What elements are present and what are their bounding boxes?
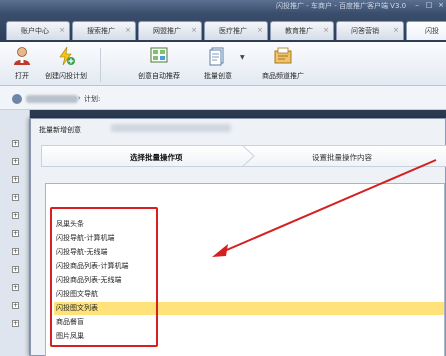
annotation-arrow-icon <box>212 159 437 257</box>
